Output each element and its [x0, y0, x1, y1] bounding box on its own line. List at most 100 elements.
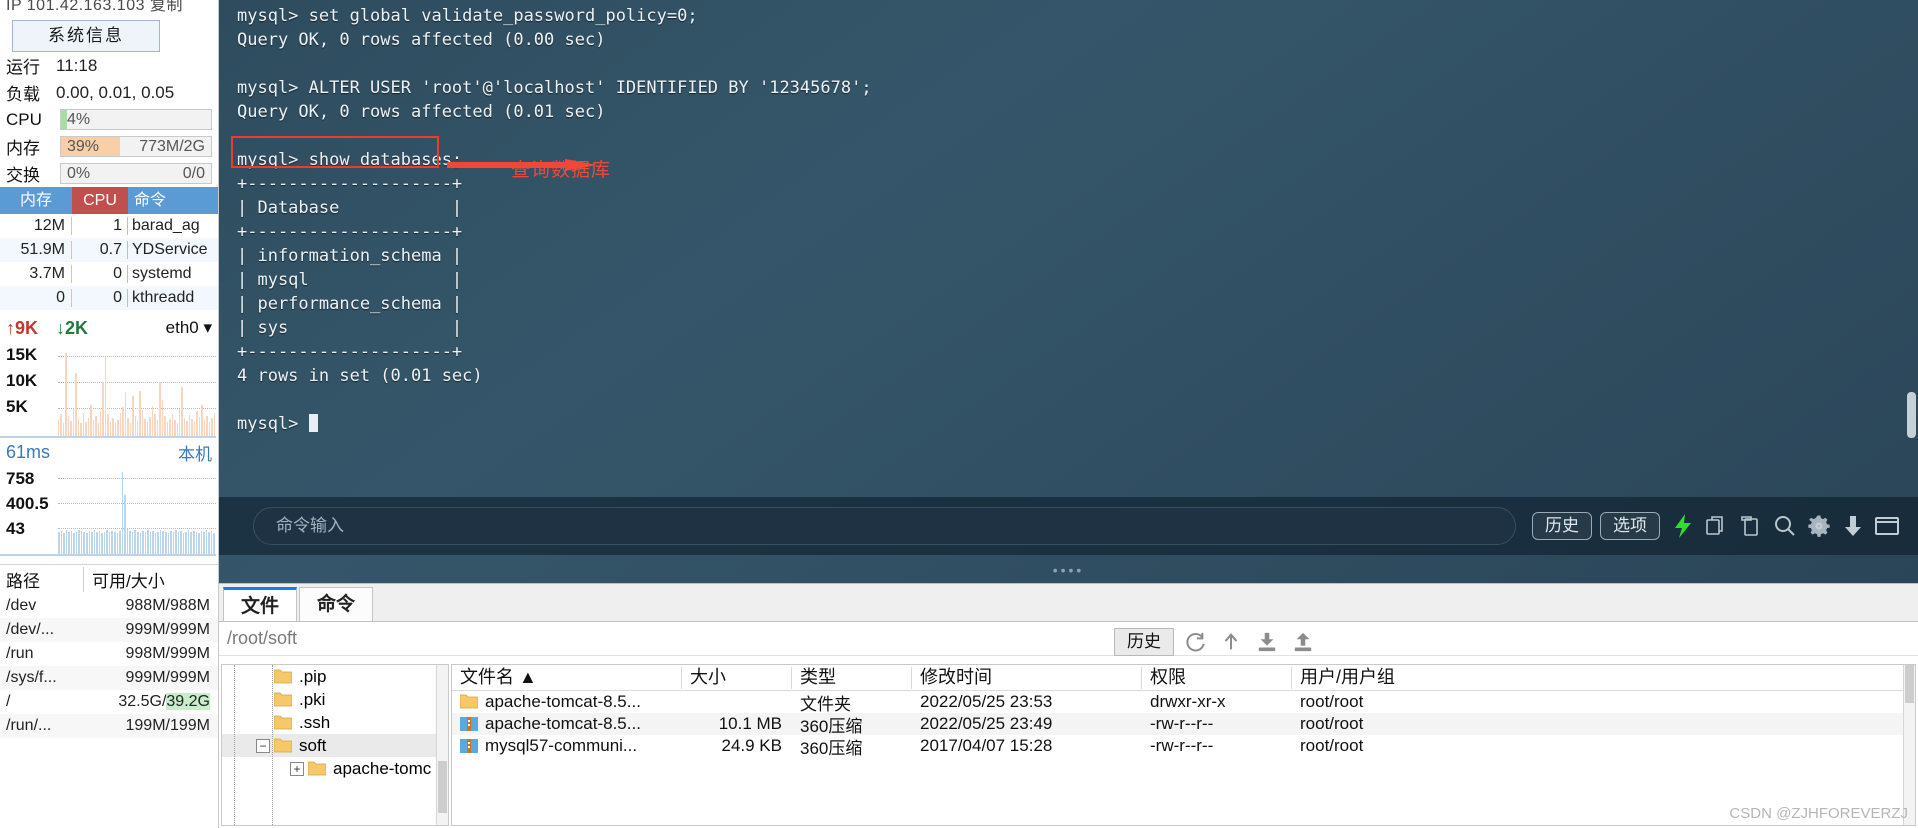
terminal-history-button[interactable]: 历史 [1532, 512, 1592, 540]
graph-bar [109, 421, 112, 436]
graph-bar [127, 418, 129, 436]
terminal-output[interactable]: mysql> set global validate_password_poli… [219, 0, 1900, 485]
process-col-cpu[interactable]: CPU [72, 187, 128, 214]
refresh-icon[interactable] [1180, 628, 1210, 656]
graph-bar [162, 531, 164, 554]
graph-bar [62, 422, 65, 436]
graph-bar [205, 530, 208, 554]
file-owner: root/root [1300, 692, 1364, 711]
file-list[interactable]: 文件名 ▲ 大小 类型 修改时间 权限 用户/用户组 apache-tomcat… [451, 664, 1916, 826]
file-row[interactable]: apache-tomcat-8.5... 10.1 MB 360压缩 2022/05/… [452, 713, 1915, 736]
disk-row[interactable]: /dev 988M/988M [0, 594, 218, 618]
file-list-body: apache-tomcat-8.5... 文件夹 2022/05/25 23:53 d… [452, 691, 1915, 758]
tree-expander-icon[interactable]: − [256, 738, 270, 753]
network-graph-ylabels: 15K 10K 5K [6, 342, 37, 420]
disk-row[interactable]: /dev/... 999M/999M [0, 618, 218, 642]
tree-node[interactable]: − soft [222, 734, 448, 757]
tree-node[interactable]: .pip [222, 665, 448, 688]
tree-node[interactable]: + apache-tomc [222, 757, 448, 780]
terminal-options-button[interactable]: 选项 [1600, 512, 1660, 540]
graph-bar [90, 404, 92, 436]
file-history-button[interactable]: 历史 [1114, 628, 1174, 656]
gear-icon[interactable] [1804, 511, 1834, 541]
swap-row: 交换 0% 0/0 [0, 160, 218, 187]
tree-expander-icon[interactable]: + [290, 761, 304, 776]
graph-bar [154, 533, 157, 554]
lightning-icon[interactable] [1668, 511, 1698, 541]
path-bar[interactable]: /root/soft [219, 622, 1918, 656]
swap-label: 交换 [6, 166, 40, 185]
process-row[interactable]: 3.7M 0 systemd [0, 262, 218, 286]
network-interface-select[interactable]: eth0 ▾ [166, 318, 212, 338]
process-cpu: 0.7 [72, 241, 128, 259]
directory-tree[interactable]: .pip .pki .ssh − soft + apache-tomc [221, 664, 449, 826]
graph-bar [97, 422, 99, 436]
network-graph-bars [58, 346, 216, 436]
command-input[interactable]: 命令输入 [253, 507, 1516, 545]
header-filename[interactable]: 文件名 ▲ [452, 666, 682, 689]
cpu-label: CPU [6, 109, 42, 129]
graph-bar [68, 532, 70, 554]
terminal-panel[interactable]: mysql> set global validate_password_poli… [219, 0, 1918, 583]
disk-row[interactable]: /sys/f... 999M/999M [0, 666, 218, 690]
paste-icon[interactable] [1736, 511, 1766, 541]
terminal-scrollbar-thumb[interactable] [1907, 392, 1916, 438]
window-icon[interactable] [1872, 511, 1902, 541]
file-list-scrollbar[interactable] [1903, 665, 1915, 825]
graph-bar [139, 391, 141, 436]
graph-bar [196, 410, 198, 436]
process-row[interactable]: 0 0 kthreadd [0, 286, 218, 310]
download-file-icon[interactable] [1252, 628, 1282, 656]
folder-icon [308, 761, 326, 776]
upload-file-icon[interactable] [1288, 628, 1318, 656]
graph-bar [198, 533, 200, 554]
terminal-resize-handle[interactable]: •••• [219, 555, 1918, 583]
header-mtime[interactable]: 修改时间 [912, 666, 1142, 689]
disk-col-usage[interactable]: 可用/大小 [84, 567, 218, 592]
graph-bar [103, 532, 106, 554]
search-icon[interactable] [1770, 511, 1800, 541]
tab-commands[interactable]: 命令 [299, 587, 373, 621]
disk-col-path[interactable]: 路径 [0, 567, 84, 592]
terminal-scrollbar[interactable] [1904, 0, 1918, 583]
header-owner[interactable]: 用户/用户组 [1292, 667, 1915, 689]
system-info-button[interactable]: 系统信息 [12, 20, 160, 52]
process-row[interactable]: 51.9M 0.7 YDService [0, 238, 218, 262]
header-size[interactable]: 大小 [682, 666, 792, 689]
tab-files[interactable]: 文件 [223, 587, 297, 621]
tree-scrollbar[interactable] [436, 665, 448, 825]
graph-bar [60, 531, 63, 554]
process-command: barad_ag [132, 217, 200, 234]
header-type[interactable]: 类型 [792, 666, 912, 689]
parent-directory-icon[interactable] [1216, 628, 1246, 656]
file-row[interactable]: mysql57-communi... 24.9 KB 360压缩 2017/04/07… [452, 735, 1915, 758]
disk-path: / [6, 693, 11, 710]
disk-row[interactable]: /run/... 199M/199M [0, 714, 218, 738]
graph-bar [104, 356, 107, 436]
disk-row[interactable]: /run 998M/999M [0, 642, 218, 666]
process-col-memory[interactable]: 内存 [0, 187, 72, 214]
network-traffic-graph: 15K 10K 5K [0, 342, 216, 438]
file-list-scrollbar-thumb[interactable] [1905, 665, 1914, 703]
network-download: ↓2K [56, 317, 89, 338]
graph-bar [83, 532, 86, 554]
download-icon[interactable] [1838, 511, 1868, 541]
tree-node[interactable]: .pki [222, 688, 448, 711]
disk-usage: 998M/999M [125, 645, 211, 662]
copy-icon[interactable] [1702, 511, 1732, 541]
header-permissions[interactable]: 权限 [1142, 666, 1292, 689]
file-mtime: 2022/05/25 23:49 [920, 714, 1053, 733]
graph-bar [91, 532, 93, 554]
graph-bar [86, 533, 88, 554]
latency-host[interactable]: 本机 [178, 440, 212, 465]
tree-node[interactable]: .ssh [222, 711, 448, 734]
tree-scrollbar-thumb[interactable] [438, 761, 447, 813]
graph-bar [144, 418, 146, 436]
network-ytick-1: 10K [6, 371, 38, 390]
load-value: 0.00, 0.01, 0.05 [56, 82, 175, 102]
file-row[interactable]: apache-tomcat-8.5... 文件夹 2022/05/25 23:53 d… [452, 691, 1915, 714]
process-col-command[interactable]: 命令 [128, 187, 218, 214]
process-row[interactable]: 12M 1 barad_ag [0, 214, 218, 238]
disk-row[interactable]: / 32.5G/39.2G [0, 690, 218, 714]
app-window: IP 101.42.163.103 复制 系统信息 运行 11:18 负载 0.… [0, 0, 1918, 828]
